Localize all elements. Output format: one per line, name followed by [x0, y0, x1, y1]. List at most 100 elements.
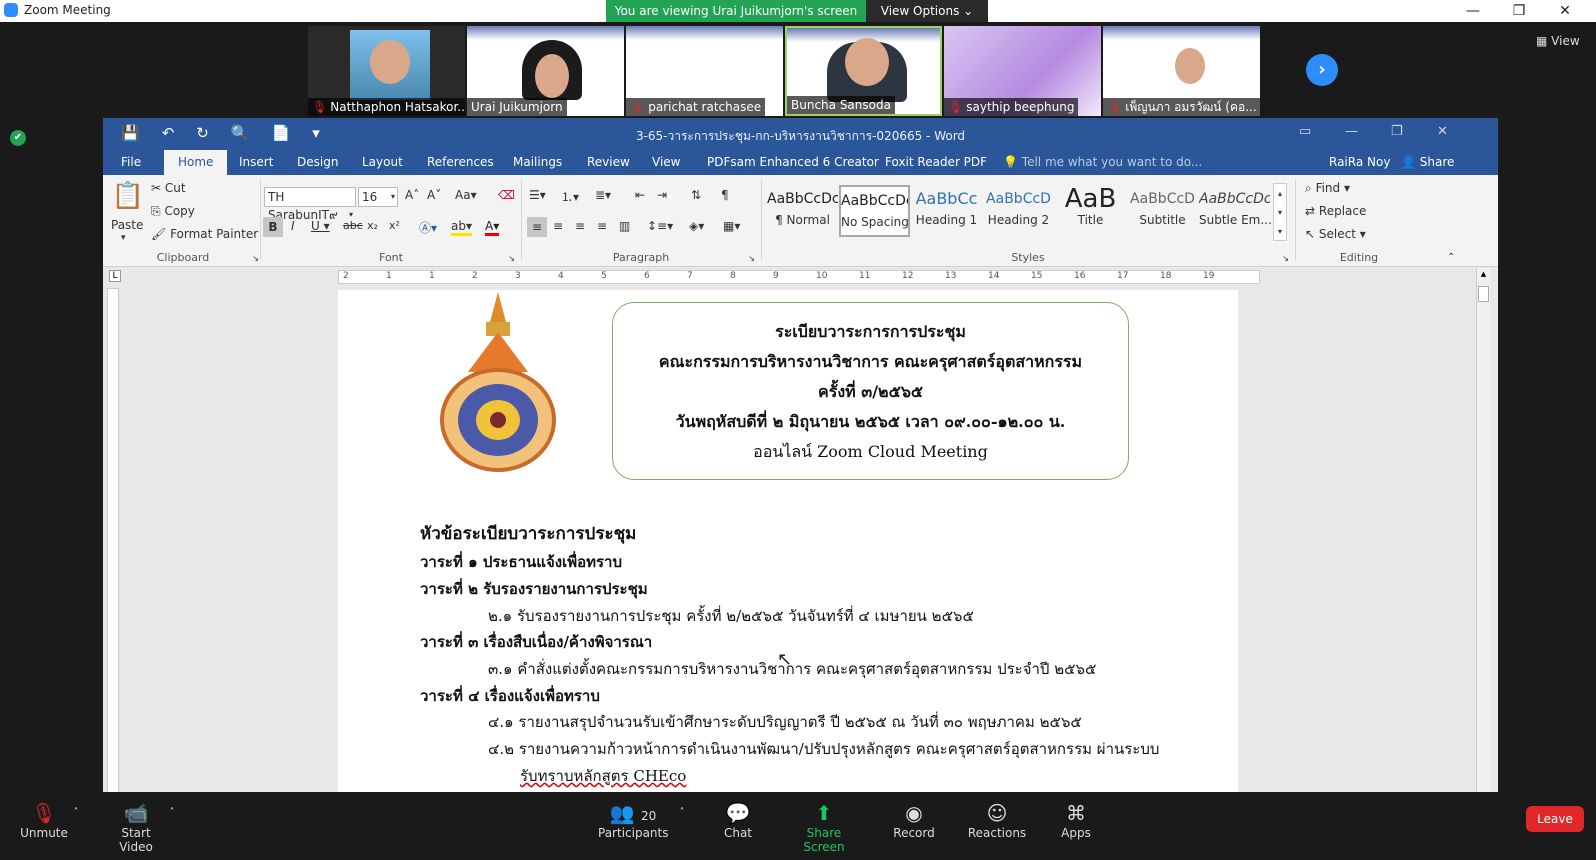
- minimize-window-button[interactable]: —: [1450, 0, 1496, 22]
- tab-home[interactable]: Home: [164, 150, 228, 175]
- word-close-button[interactable]: ✕: [1437, 124, 1448, 139]
- style-subtitle[interactable]: AaBbCcD Subtitle: [1127, 185, 1198, 237]
- align-center-button[interactable]: ≡: [553, 219, 563, 233]
- font-size-select[interactable]: 16 ▾: [358, 187, 398, 207]
- participant-tile[interactable]: 🎙 parichat ratchasee: [626, 26, 783, 116]
- word-minimize-button[interactable]: —: [1345, 124, 1358, 139]
- tab-file[interactable]: File: [121, 155, 141, 169]
- shrink-font-icon[interactable]: A˅: [427, 188, 441, 202]
- text-effects-icon[interactable]: Ⓐ▾: [419, 219, 437, 236]
- scrollbar-thumb[interactable]: [1478, 286, 1489, 302]
- font-name-select[interactable]: TH SarabunIT๙ ▾: [264, 187, 356, 222]
- participants-button[interactable]: 👥 20 Participants: [598, 800, 669, 840]
- paste-button[interactable]: Paste: [111, 218, 143, 232]
- start-video-button[interactable]: 📹 Start Video: [104, 800, 168, 854]
- cut-button[interactable]: ✂ Cut: [151, 181, 186, 195]
- styles-gallery-scroll[interactable]: ▴ ▾ ▾: [1273, 183, 1287, 241]
- share-button[interactable]: 👤 Share: [1401, 155, 1454, 169]
- scroll-up-icon[interactable]: ▲: [1478, 270, 1489, 280]
- find-button[interactable]: ⌕ Find ▾: [1305, 181, 1350, 196]
- tell-me-box[interactable]: 💡 Tell me what you want to do...: [1003, 155, 1202, 169]
- reactions-button[interactable]: ☺ Reactions: [966, 800, 1028, 840]
- tab-insert[interactable]: Insert: [239, 155, 273, 169]
- ribbon-display-options-icon[interactable]: ▭: [1299, 124, 1311, 139]
- tab-mailings[interactable]: Mailings: [513, 155, 562, 169]
- clipboard-launcher-icon[interactable]: ↘: [252, 254, 259, 263]
- share-screen-button[interactable]: ⬆ Share Screen: [786, 800, 862, 854]
- grow-font-icon[interactable]: A˄: [405, 188, 419, 202]
- decrease-indent-icon[interactable]: ⇤: [635, 188, 645, 202]
- collapse-ribbon-icon[interactable]: ⌃: [1447, 252, 1455, 263]
- distributed-button[interactable]: ▥: [619, 219, 630, 233]
- numbering-icon[interactable]: ⒈▾: [561, 188, 579, 205]
- italic-button[interactable]: I: [291, 219, 295, 233]
- underline-button[interactable]: U ▾: [311, 219, 330, 233]
- copy-button[interactable]: ⎘ Copy: [151, 204, 195, 219]
- bold-button[interactable]: B: [263, 217, 283, 237]
- view-options-button[interactable]: View Options ⌄: [866, 0, 988, 22]
- font-color-icon[interactable]: A▾: [485, 219, 500, 236]
- style-heading-2[interactable]: AaBbCcD Heading 2: [983, 185, 1054, 237]
- paste-dropdown-icon[interactable]: ▾: [121, 233, 126, 243]
- security-shield-icon[interactable]: ✔: [10, 130, 26, 146]
- tab-view[interactable]: View: [652, 155, 680, 169]
- font-launcher-icon[interactable]: ↘: [508, 254, 515, 263]
- justify-button[interactable]: ≡: [597, 219, 607, 233]
- document-page[interactable]: ระเบียบวาระการการประชุม คณะกรรมการบริหาร…: [338, 290, 1238, 810]
- tab-design[interactable]: Design: [297, 155, 338, 169]
- subscript-button[interactable]: x₂: [367, 219, 378, 232]
- audio-options-chevron-icon[interactable]: ˄: [70, 800, 82, 826]
- video-options-chevron-icon[interactable]: ˄: [166, 800, 178, 826]
- participant-tile-active-speaker[interactable]: Buncha Sansoda: [785, 26, 942, 116]
- style-title[interactable]: AaB Title: [1055, 185, 1126, 237]
- tab-review[interactable]: Review: [587, 155, 630, 169]
- multilevel-list-icon[interactable]: ≣▾: [595, 188, 611, 202]
- style-subtle-emphasis[interactable]: AaBbCcDc Subtle Em...: [1199, 185, 1272, 237]
- borders-icon[interactable]: ▦▾: [723, 219, 740, 233]
- participants-chevron-icon[interactable]: ˄: [676, 800, 688, 826]
- paragraph-launcher-icon[interactable]: ↘: [748, 254, 755, 263]
- word-restore-button[interactable]: ❐: [1391, 124, 1403, 139]
- tab-selector[interactable]: L: [109, 270, 121, 282]
- horizontal-ruler[interactable]: 2 1 1 2 3 4 5 6 7 8 9 10 11 12 13 14 15 16 17 18 19: [338, 270, 1260, 284]
- align-left-button[interactable]: ≡: [527, 217, 547, 237]
- style-heading-1[interactable]: AaBbCc Heading 1: [911, 185, 982, 237]
- style-no-spacing[interactable]: AaBbCcDc No Spacing: [839, 185, 910, 237]
- bullets-icon[interactable]: ☰▾: [529, 188, 546, 202]
- close-window-button[interactable]: ✕: [1542, 0, 1588, 22]
- tab-foxit[interactable]: Foxit Reader PDF: [885, 155, 987, 169]
- view-button[interactable]: ▦ View: [1536, 34, 1580, 48]
- participant-tile[interactable]: Urai Juikumjorn: [467, 26, 624, 116]
- tab-references[interactable]: References: [427, 155, 494, 169]
- format-painter-button[interactable]: 🖌 Format Painter: [151, 227, 258, 241]
- participant-tile[interactable]: 🎙 saythip beephung: [944, 26, 1101, 116]
- sort-icon[interactable]: ⇅: [691, 188, 701, 202]
- participant-tile[interactable]: 🎙 Natthaphon Hatsakor...: [308, 26, 465, 116]
- show-formatting-icon[interactable]: ¶: [721, 188, 729, 202]
- replace-button[interactable]: ⇄ Replace: [1305, 204, 1366, 218]
- styles-launcher-icon[interactable]: ↘: [1282, 254, 1289, 263]
- participant-tile[interactable]: 🎙 เพ็ญนภา อมรวัฒน์ (คอ...: [1103, 26, 1260, 116]
- change-case-icon[interactable]: Aa▾: [455, 188, 477, 202]
- align-right-button[interactable]: ≡: [575, 219, 585, 233]
- highlight-color-icon[interactable]: ab▾: [451, 219, 472, 236]
- increase-indent-icon[interactable]: ⇥: [657, 188, 667, 202]
- tab-layout[interactable]: Layout: [362, 155, 403, 169]
- vertical-ruler[interactable]: [107, 288, 119, 808]
- unmute-button[interactable]: 🎙 Unmute: [20, 800, 68, 840]
- leave-button[interactable]: Leave: [1526, 806, 1584, 832]
- shading-icon[interactable]: ◈▾: [689, 219, 704, 233]
- style-normal[interactable]: AaBbCcDc ¶ Normal: [767, 185, 838, 237]
- line-spacing-icon[interactable]: ↕≡▾: [647, 219, 673, 233]
- strikethrough-button[interactable]: abc: [343, 219, 363, 232]
- superscript-button[interactable]: x²: [389, 219, 400, 232]
- vertical-scrollbar[interactable]: ▲: [1476, 268, 1490, 808]
- apps-button[interactable]: ⌘ Apps: [1052, 800, 1100, 840]
- user-name[interactable]: RaiRa Noy: [1329, 155, 1390, 169]
- maximize-window-button[interactable]: ❐: [1496, 0, 1542, 22]
- chat-button[interactable]: 💬 Chat: [714, 800, 762, 840]
- tab-pdfsam[interactable]: PDFsam Enhanced 6 Creator: [707, 155, 879, 169]
- record-button[interactable]: ◉ Record: [890, 800, 938, 840]
- select-button[interactable]: ↖ Select ▾: [1305, 227, 1366, 241]
- clear-formatting-icon[interactable]: ⌫: [498, 188, 515, 202]
